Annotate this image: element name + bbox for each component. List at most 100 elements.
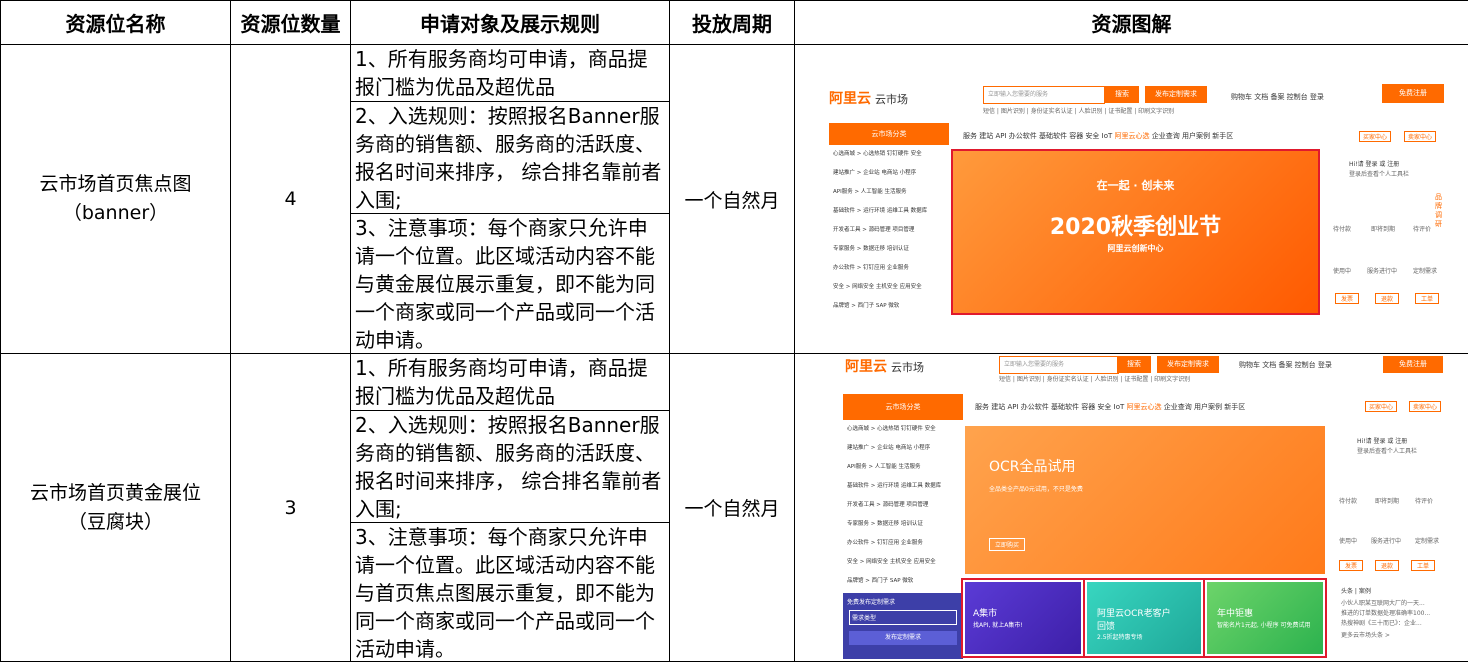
header-rules: 申请对象及展示规则 [351,1,670,45]
tool-item[interactable]: 即将到期 [1371,224,1395,233]
banner-subtitle: 阿里云创新中心 [953,243,1318,254]
category-sidebar: 云市场分类 心选商城 > 心选热销 钉钉硬件 安全 建站推广 > 企业站 电商站… [843,394,963,656]
tool-item[interactable]: 使用中 [1339,536,1357,545]
refund-button[interactable]: 退款 [1375,560,1399,571]
rule-item: 2、入选规则：按照报名Banner服务商的销售额、服务商的活跃度、报名时间来排序… [351,411,669,523]
aliyun-logo: 阿里云云市场 [845,356,924,376]
user-panel: Hi!请 登录 或 注册 登录后查看个人工具栏 待付款 即将到期 待评价 使用中… [1323,149,1445,319]
rules-cell: 1、所有服务商均可申请，商品提报门槛为优品及超优品 2、入选规则：按照报名Ban… [351,354,670,662]
user-hint: 登录后查看个人工具栏 [1357,446,1417,455]
category-item[interactable]: 专家服务 > 数据迁移 培训认证 [829,240,949,259]
refund-button[interactable]: 退款 [1375,293,1399,304]
tool-item[interactable]: 待付款 [1333,224,1351,233]
register-button[interactable]: 免费注册 [1383,356,1443,373]
news-item[interactable]: 推进的订单数据处理准确率100... [1341,608,1430,617]
category-item[interactable]: 安全 > 网络安全 主机安全 应用安全 [829,278,949,297]
user-greeting[interactable]: Hi!请 登录 或 注册 [1349,159,1399,168]
main-nav[interactable]: 服务 建站 API 办公软件 基础软件 容器 安全 IoT 阿里云心选 企业查询… [963,131,1233,141]
category-item[interactable]: 办公软件 > 钉钉应用 企业服务 [843,534,963,553]
category-item[interactable]: 基础软件 > 运行环境 运维工具 数据库 [843,477,963,496]
news-item[interactable]: 小伙人职某互联网大厂的一天... [1341,598,1425,607]
header-period: 投放周期 [670,1,795,45]
category-item[interactable]: 开发者工具 > 源码管理 项目管理 [843,496,963,515]
invoice-button[interactable]: 发票 [1339,560,1363,571]
search-button[interactable]: 搜索 [1117,356,1151,373]
hot-words[interactable]: 短信 | 图片识别 | 身份证实名认证 | 人脸识别 | 证书配置 | 印刷文字… [983,106,1174,115]
focus-banner[interactable]: 在一起 · 创未来 2020秋季创业节 阿里云创新中心 [951,149,1320,315]
buyer-center-button[interactable]: 买家中心 [1365,401,1397,412]
category-item[interactable]: 建站推广 > 企业站 电商站 小程序 [843,439,963,458]
tool-item[interactable]: 待评价 [1413,224,1431,233]
ticket-button[interactable]: 工单 [1411,560,1435,571]
user-greeting[interactable]: Hi!请 登录 或 注册 [1357,436,1407,445]
category-item[interactable]: 心选商城 > 心选热销 钉钉硬件 安全 [843,420,963,439]
seller-center-button[interactable]: 卖家中心 [1404,131,1436,142]
header-name: 资源位名称 [1,1,231,45]
category-item[interactable]: 建站推广 > 企业站 电商站 小程序 [829,164,949,183]
news-item[interactable]: 热搜神剧《三十而已》：企业... [1341,618,1422,627]
top-links[interactable]: 购物车 文档 备案 控制台 登录 [1231,92,1324,102]
register-button[interactable]: 免费注册 [1382,84,1444,103]
search-input[interactable]: 立即输入您需要的服务 [999,356,1119,374]
request-type-select[interactable]: 需求类型 [849,610,957,625]
publish-custom-button[interactable]: 发布定制需求 [1145,86,1207,103]
category-item[interactable]: API服务 > 人工智能 生活服务 [829,183,949,202]
aliyun-logo: 阿里云云市场 [829,88,908,108]
tool-item[interactable]: 使用中 [1333,266,1351,275]
category-item[interactable]: 品牌馆 > 西门子 SAP 微软 [843,572,963,591]
header-qty: 资源位数量 [231,1,351,45]
user-panel: Hi!请 登录 或 注册 登录后查看个人工具栏 待付款 即将到期 待评价 使用中… [1331,426,1443,654]
rule-item: 1、所有服务商均可申请，商品提报门槛为优品及超优品 [351,354,669,411]
ocr-subtitle: 全品类全产品0元试用，不只是免费 [989,484,1083,493]
hot-words[interactable]: 短信 | 图片识别 | 身份证实名认证 | 人脸识别 | 证书配置 | 印刷文字… [999,374,1190,383]
highlight-frame [1203,578,1327,658]
category-item[interactable]: 开发者工具 > 源码管理 项目管理 [829,221,949,240]
ocr-buy-button[interactable]: 立即购买 [989,538,1025,551]
main-nav[interactable]: 服务 建站 API 办公软件 基础软件 容器 安全 IoT 阿里云心选 企业查询… [975,402,1245,412]
resource-qty: 3 [231,354,351,662]
ocr-banner[interactable]: OCR全品试用 全品类全产品0元试用，不只是免费 立即购买 [965,426,1325,574]
delivery-period: 一个自然月 [670,354,795,662]
tool-item[interactable]: 待付款 [1339,496,1357,505]
category-header: 云市场分类 [843,394,963,420]
ticket-button[interactable]: 工单 [1415,293,1439,304]
tool-item[interactable]: 即将到期 [1375,496,1399,505]
resource-name: 云市场首页黄金展位 （豆腐块） [1,354,231,662]
category-item[interactable]: 专家服务 > 数据迁移 培训认证 [843,515,963,534]
category-sidebar: 云市场分类 心选商城 > 心选热销 钉钉硬件 安全 建站推广 > 企业站 电商站… [829,123,949,319]
top-links[interactable]: 购物车 文档 备案 控制台 登录 [1239,360,1332,370]
invoice-button[interactable]: 发票 [1335,293,1359,304]
more-news-link[interactable]: 更多云市场头条 > [1341,630,1390,639]
custom-request-box: 免费发布定制需求 需求类型 发布定制需求 [843,593,963,659]
buyer-center-button[interactable]: 买家中心 [1359,131,1391,142]
tool-item[interactable]: 服务进行中 [1371,536,1401,545]
illustration-cell: 阿里云云市场 立即输入您需要的服务 搜索 发布定制需求 购物车 文档 备案 控制… [795,45,1468,354]
resource-qty: 4 [231,45,351,354]
category-item[interactable]: API服务 > 人工智能 生活服务 [843,458,963,477]
highlight-frame [1083,578,1205,658]
table-row: 云市场首页黄金展位 （豆腐块） 3 1、所有服务商均可申请，商品提报门槛为优品及… [1,354,1468,662]
seller-center-button[interactable]: 卖家中心 [1409,401,1441,412]
tool-item[interactable]: 定制需求 [1415,536,1439,545]
category-item[interactable]: 基础软件 > 运行环境 运维工具 数据库 [829,202,949,221]
delivery-period: 一个自然月 [670,45,795,354]
user-hint: 登录后查看个人工具栏 [1349,169,1409,178]
tool-item[interactable]: 待评价 [1415,496,1433,505]
tool-item[interactable]: 服务进行中 [1367,266,1397,275]
search-button[interactable]: 搜索 [1105,86,1139,103]
brand-survey-tab[interactable]: 品牌调研 [1435,193,1445,229]
rule-item: 3、注意事项：每个商家只允许申请一个位置。此区域活动内容不能与黄金展位展示重复，… [351,214,669,353]
resource-table: 资源位名称 资源位数量 申请对象及展示规则 投放周期 资源图解 云市场首页焦点图… [0,0,1468,662]
category-item[interactable]: 办公软件 > 钉钉应用 企业服务 [829,259,949,278]
tool-item[interactable]: 定制需求 [1413,266,1437,275]
category-item[interactable]: 安全 > 网络安全 主机安全 应用安全 [843,553,963,572]
publish-request-button[interactable]: 发布定制需求 [849,631,957,645]
category-item[interactable]: 品牌馆 > 西门子 SAP 微软 [829,297,949,316]
publish-custom-button[interactable]: 发布定制需求 [1157,356,1219,373]
category-item[interactable]: 心选商城 > 心选热销 钉钉硬件 安全 [829,145,949,164]
table-row: 云市场首页焦点图 （banner） 4 1、所有服务商均可申请，商品提报门槛为优… [1,45,1468,354]
header-illustration: 资源图解 [795,1,1468,45]
banner-tagline: 在一起 · 创未来 [953,177,1318,193]
ocr-title: OCR全品试用 [989,456,1076,476]
search-input[interactable]: 立即输入您需要的服务 [983,86,1105,104]
